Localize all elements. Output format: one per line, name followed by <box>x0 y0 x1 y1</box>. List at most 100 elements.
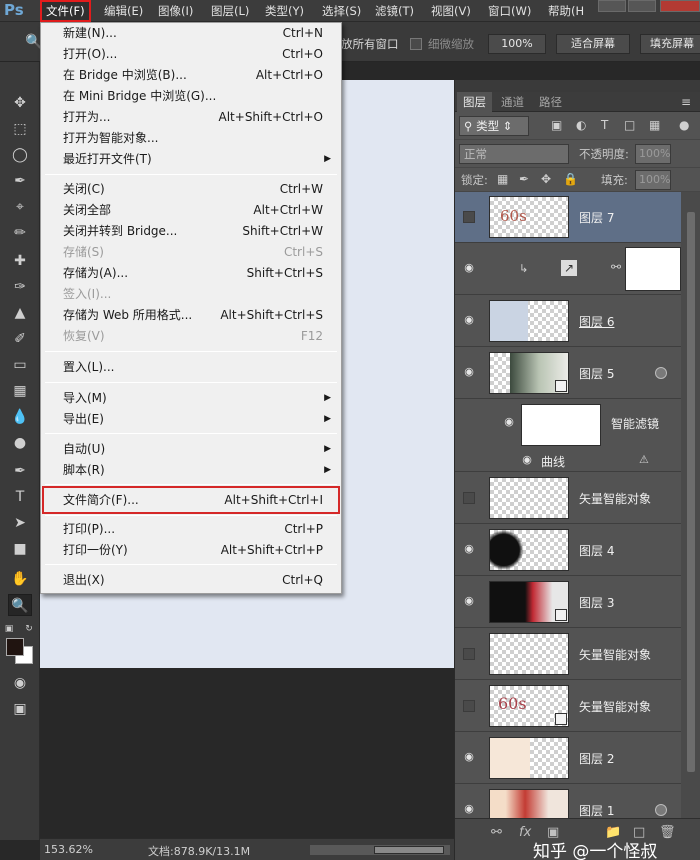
zoom-tool-icon[interactable]: 🔍 <box>8 594 32 616</box>
scroll-thumb[interactable] <box>687 212 695 772</box>
layer-name[interactable]: 图层 4 <box>579 542 614 559</box>
filter-adjust-icon[interactable]: ◐ <box>576 118 586 132</box>
eye-icon[interactable]: ◉ <box>463 262 475 274</box>
menu-item-automate[interactable]: 自动(U) ▶ <box>43 439 339 460</box>
filter-type-icon[interactable]: T <box>601 118 608 132</box>
status-zoom[interactable]: 153.62% <box>44 843 93 856</box>
smart-filter-toggle[interactable] <box>655 367 667 379</box>
lock-transparent-icon[interactable]: ▦ <box>497 172 508 186</box>
eyedropper-tool-icon[interactable]: ✏ <box>8 222 32 244</box>
menu-item-save-as[interactable]: 存储为(A)... Shift+Ctrl+S <box>43 263 339 284</box>
crop-tool-icon[interactable]: ⌖ <box>8 196 32 218</box>
eye-icon[interactable]: ◉ <box>463 314 475 326</box>
layer-row[interactable]: ◉ 图层 1 <box>455 785 681 818</box>
type-tool-icon[interactable]: T <box>8 486 32 508</box>
menu-item-close-all[interactable]: 关闭全部 Alt+Ctrl+W <box>43 200 339 221</box>
dodge-tool-icon[interactable]: ● <box>8 432 32 454</box>
menu-item-print-one-copy[interactable]: 打印一份(Y) Alt+Shift+Ctrl+P <box>43 540 339 561</box>
menu-layer[interactable]: 图层(L) <box>205 0 255 22</box>
menu-help[interactable]: 帮助(H <box>542 0 590 22</box>
menu-item-file-info[interactable]: 文件简介(F)... Alt+Shift+Ctrl+I <box>42 486 340 514</box>
scroll-thumb[interactable] <box>374 846 444 854</box>
close-button[interactable] <box>660 0 700 12</box>
layer-name[interactable]: 矢量智能对象 <box>579 490 651 507</box>
panel-menu-icon[interactable]: ≡ <box>681 95 691 109</box>
layer-name[interactable]: 图层 1 <box>579 802 614 818</box>
menu-view[interactable]: 视图(V) <box>425 0 477 22</box>
pen-tool-icon[interactable]: ✒ <box>8 460 32 482</box>
menu-item-import[interactable]: 导入(M) ▶ <box>43 388 339 409</box>
chain-link-icon[interactable]: ⚯ <box>611 260 621 274</box>
quick-select-tool-icon[interactable]: ✒ <box>8 170 32 192</box>
layer-mask-thumbnail[interactable] <box>625 247 681 291</box>
layer-row[interactable]: ◉ 图层 6 <box>455 296 681 347</box>
menu-item-scripts[interactable]: 脚本(R) ▶ <box>43 460 339 481</box>
filter-kind-dropdown[interactable]: ⚲ 类型 ⇕ <box>459 116 529 136</box>
menu-item-export[interactable]: 导出(E) ▶ <box>43 409 339 430</box>
menu-item-browse-bridge[interactable]: 在 Bridge 中浏览(B)... Alt+Ctrl+O <box>43 65 339 86</box>
visibility-toggle[interactable] <box>463 648 475 660</box>
menu-item-new[interactable]: 新建(N)... Ctrl+N <box>43 23 339 44</box>
layer-row[interactable]: ◉ 图层 5 <box>455 348 681 399</box>
menu-item-exit[interactable]: 退出(X) Ctrl+Q <box>43 570 339 591</box>
menu-type[interactable]: 类型(Y) <box>259 0 310 22</box>
menu-item-open-as-smart-object[interactable]: 打开为智能对象... <box>43 128 339 149</box>
filter-smart-icon[interactable]: ▦ <box>649 118 660 132</box>
eye-icon[interactable]: ◉ <box>463 366 475 378</box>
link-layers-icon[interactable]: ⚯ <box>491 825 502 840</box>
filter-mask-thumbnail[interactable] <box>521 404 601 446</box>
layer-row[interactable]: 60s 矢量智能对象 <box>455 681 681 732</box>
foreground-color-swatch[interactable] <box>6 638 24 656</box>
hand-tool-icon[interactable]: ✋ <box>8 568 32 590</box>
gradient-tool-icon[interactable]: ▦ <box>8 380 32 402</box>
layer-name[interactable]: 图层 5 <box>579 365 614 382</box>
minimize-button[interactable] <box>598 0 626 12</box>
menu-item-browse-mini-bridge[interactable]: 在 Mini Bridge 中浏览(G)... <box>43 86 339 107</box>
horizontal-scrollbar[interactable] <box>310 845 450 855</box>
filter-shape-icon[interactable]: □ <box>624 118 635 132</box>
tab-channels[interactable]: 通道 <box>495 92 530 112</box>
menu-window[interactable]: 窗口(W) <box>482 0 537 22</box>
layer-row[interactable]: 矢量智能对象 <box>455 629 681 680</box>
menu-item-place[interactable]: 置入(L)... <box>43 357 339 378</box>
layers-scrollbar[interactable] <box>681 192 700 818</box>
visibility-toggle[interactable] <box>463 211 475 223</box>
menu-item-close-go-bridge[interactable]: 关闭并转到 Bridge... Shift+Ctrl+W <box>43 221 339 242</box>
opacity-input[interactable]: 100% <box>635 144 671 164</box>
quick-mask-icon[interactable]: ◉ <box>8 672 32 694</box>
eye-icon[interactable]: ◉ <box>463 751 475 763</box>
blur-tool-icon[interactable]: 💧 <box>8 406 32 428</box>
brush-tool-icon[interactable]: ✑ <box>8 276 32 298</box>
menu-filter[interactable]: 滤镜(T) <box>369 0 420 22</box>
eye-icon[interactable]: ◉ <box>521 454 533 466</box>
move-tool-icon[interactable]: ✥ <box>8 92 32 114</box>
default-colors-icon[interactable]: ▣ <box>2 618 16 640</box>
menu-item-open-recent[interactable]: 最近打开文件(T) ▶ <box>43 149 339 170</box>
layer-name[interactable]: 图层 3 <box>579 594 614 611</box>
scrubby-zoom-checkbox[interactable] <box>410 38 422 50</box>
eye-icon[interactable]: ◉ <box>463 803 475 815</box>
fill-screen-button[interactable]: 填充屏幕 <box>640 34 700 54</box>
adjustment-layer-row[interactable]: ◉ ↳ ↗ ⚯ <box>455 244 681 295</box>
tab-layers[interactable]: 图层 <box>457 92 492 112</box>
path-select-icon[interactable]: ➤ <box>8 512 32 534</box>
menu-edit[interactable]: 编辑(E) <box>98 0 149 22</box>
visibility-toggle[interactable] <box>463 492 475 504</box>
shape-tool-icon[interactable]: ■ <box>8 538 32 560</box>
smart-filter-toggle[interactable] <box>655 804 667 816</box>
menu-image[interactable]: 图像(I) <box>152 0 199 22</box>
menu-item-close[interactable]: 关闭(C) Ctrl+W <box>43 179 339 200</box>
eye-icon[interactable]: ◉ <box>463 543 475 555</box>
layer-row[interactable]: ◉ 图层 4 <box>455 525 681 576</box>
fill-input[interactable]: 100% <box>635 170 671 190</box>
menu-item-save-for-web[interactable]: 存储为 Web 所用格式... Alt+Shift+Ctrl+S <box>43 305 339 326</box>
zoom-100-button[interactable]: 100% <box>488 34 546 54</box>
curves-filter-row[interactable]: ◉ 曲线 ⚠ <box>455 450 681 472</box>
lock-position-icon[interactable]: ✥ <box>541 172 551 186</box>
maximize-button[interactable] <box>628 0 656 12</box>
filter-pixel-icon[interactable]: ▣ <box>551 118 562 132</box>
lock-all-icon[interactable]: 🔒 <box>563 172 578 186</box>
fx-icon[interactable]: fx <box>519 825 531 840</box>
menu-item-check-in[interactable]: 签入(I)... <box>43 284 339 305</box>
visibility-toggle[interactable] <box>463 700 475 712</box>
